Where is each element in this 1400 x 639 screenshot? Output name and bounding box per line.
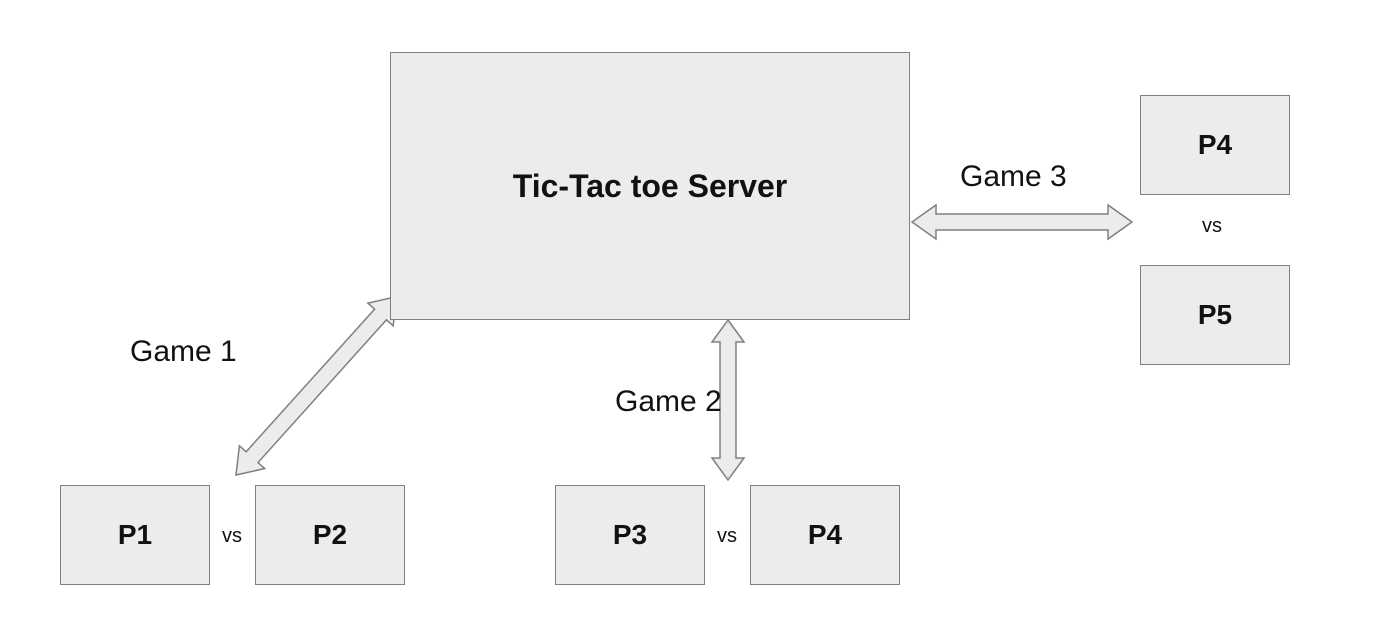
vs-label-game-1: vs [222, 525, 242, 548]
player-box-p1: P1 [60, 485, 210, 585]
server-box: Tic-Tac toe Server [390, 52, 910, 320]
player-box-p5: P5 [1140, 265, 1290, 365]
player-label-p4-b: P4 [808, 519, 842, 551]
diagram-canvas: Tic-Tac toe Server Game 1 Game 2 Game 3 … [0, 0, 1400, 639]
player-label-p4-r: P4 [1198, 129, 1232, 161]
player-box-p2: P2 [255, 485, 405, 585]
game-2-label: Game 2 [615, 385, 722, 419]
game-1-label: Game 1 [130, 335, 237, 369]
player-box-p4-b: P4 [750, 485, 900, 585]
player-label-p5: P5 [1198, 299, 1232, 331]
player-label-p3: P3 [613, 519, 647, 551]
player-label-p1: P1 [118, 519, 152, 551]
game-3-label: Game 3 [960, 160, 1067, 194]
arrow-game-3 [912, 205, 1132, 239]
vs-label-game-3: vs [1202, 215, 1222, 238]
arrow-game-1 [223, 285, 409, 486]
server-label: Tic-Tac toe Server [513, 168, 788, 205]
vs-label-game-2: vs [717, 525, 737, 548]
player-box-p4-r: P4 [1140, 95, 1290, 195]
player-label-p2: P2 [313, 519, 347, 551]
player-box-p3: P3 [555, 485, 705, 585]
